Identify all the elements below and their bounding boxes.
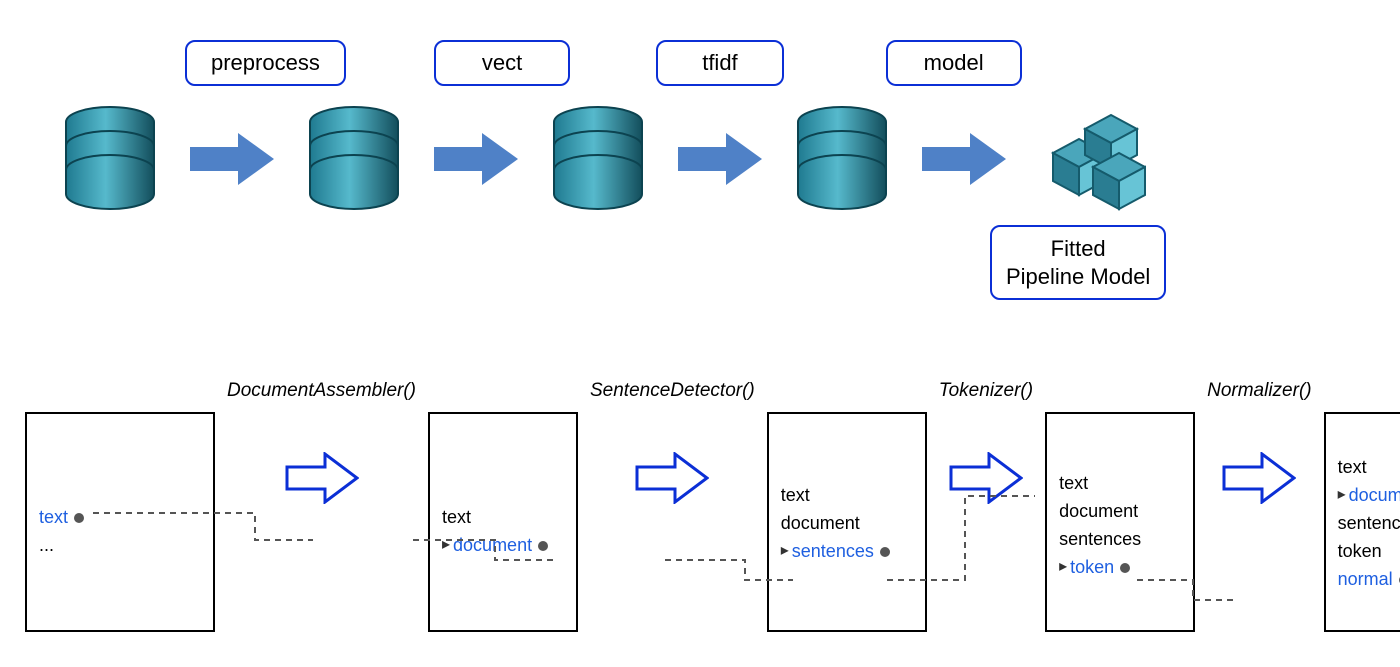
- nlp-item: text: [1059, 470, 1088, 498]
- nlp-item: normal: [1338, 566, 1393, 594]
- connector-arrow-in-icon: ▸: [781, 539, 789, 564]
- ml-pipeline-diagram: preprocess vect tfidf model: [60, 40, 1340, 214]
- arrow-right-solid-icon: [432, 131, 520, 187]
- nlp-item: sentences: [1059, 526, 1141, 554]
- nlp-arrow-2: Tokenizer(): [939, 380, 1033, 504]
- arrow-right-outline-icon: [635, 452, 709, 504]
- nlp-step-2-label: SentenceDetector(): [590, 380, 755, 404]
- nlp-item: document: [1349, 482, 1400, 510]
- nlp-step-3-label: Tokenizer(): [939, 380, 1033, 404]
- nlp-step-4: . text ▸document sentences token normal: [1324, 380, 1400, 632]
- nlp-item: sentences: [792, 538, 874, 566]
- nlp-step-1: . text ▸document: [428, 380, 578, 632]
- nlp-item: document: [1059, 498, 1138, 526]
- database-icon: [792, 104, 892, 214]
- nlp-step-3-box: text document sentences ▸token: [1045, 412, 1195, 632]
- nlp-pipeline-diagram: text ... DocumentAssembler() . text ▸doc…: [25, 380, 1375, 632]
- nlp-step-3: . text document sentences ▸token: [1045, 380, 1195, 632]
- arrow-right-outline-icon: [949, 452, 1023, 504]
- nlp-item: document: [781, 510, 860, 538]
- stage-label-model: model: [886, 40, 1022, 86]
- nlp-item: text: [781, 482, 810, 510]
- model-cube-icon: [1036, 104, 1146, 214]
- nlp-item: text: [39, 504, 68, 532]
- nlp-item: text: [442, 504, 471, 532]
- connector-arrow-in-icon: ▸: [442, 533, 450, 558]
- nlp-item: token: [1338, 538, 1382, 566]
- fitted-model-label-wrap: FittedPipeline Model: [990, 225, 1166, 300]
- nlp-arrow-3: Normalizer(): [1207, 380, 1312, 504]
- arrow-right-outline-icon: [285, 452, 359, 504]
- arrow-right-solid-icon: [188, 131, 276, 187]
- stage-label-preprocess: preprocess: [185, 40, 346, 86]
- nlp-step-2: . text document ▸sentences: [767, 380, 927, 632]
- fitted-model-label: FittedPipeline Model: [990, 225, 1166, 300]
- pipeline-row: [60, 104, 1340, 214]
- nlp-item: document: [453, 532, 532, 560]
- nlp-item: ...: [39, 532, 54, 560]
- connector-dot-icon: [880, 547, 890, 557]
- connector-dot-icon: [1120, 563, 1130, 573]
- arrow-right-solid-icon: [676, 131, 764, 187]
- connector-dot-icon: [74, 513, 84, 523]
- nlp-step-0-box: text ...: [25, 412, 215, 632]
- nlp-step-0: text ...: [25, 380, 215, 632]
- nlp-arrow-1: SentenceDetector(): [590, 380, 755, 504]
- nlp-item: sentences: [1338, 510, 1400, 538]
- fitted-model-line1: FittedPipeline Model: [1006, 236, 1150, 289]
- connector-dot-icon: [538, 541, 548, 551]
- nlp-step-4-label: Normalizer(): [1207, 380, 1312, 404]
- nlp-step-2-box: text document ▸sentences: [767, 412, 927, 632]
- nlp-step-4-box: text ▸document sentences token normal: [1324, 412, 1400, 632]
- nlp-step-1-box: text ▸document: [428, 412, 578, 632]
- stage-label-vect: vect: [434, 40, 570, 86]
- connector-arrow-in-icon: ▸: [1338, 483, 1346, 508]
- nlp-item: token: [1070, 554, 1114, 582]
- database-icon: [304, 104, 404, 214]
- nlp-step-1-label: DocumentAssembler(): [227, 380, 416, 404]
- database-icon: [60, 104, 160, 214]
- nlp-arrow-0: DocumentAssembler(): [227, 380, 416, 504]
- database-icon: [548, 104, 648, 214]
- stage-labels-row: preprocess vect tfidf model: [60, 40, 1340, 86]
- connector-arrow-in-icon: ▸: [1059, 555, 1067, 580]
- nlp-item: text: [1338, 454, 1367, 482]
- arrow-right-solid-icon: [920, 131, 1008, 187]
- arrow-right-outline-icon: [1222, 452, 1296, 504]
- stage-label-tfidf: tfidf: [656, 40, 783, 86]
